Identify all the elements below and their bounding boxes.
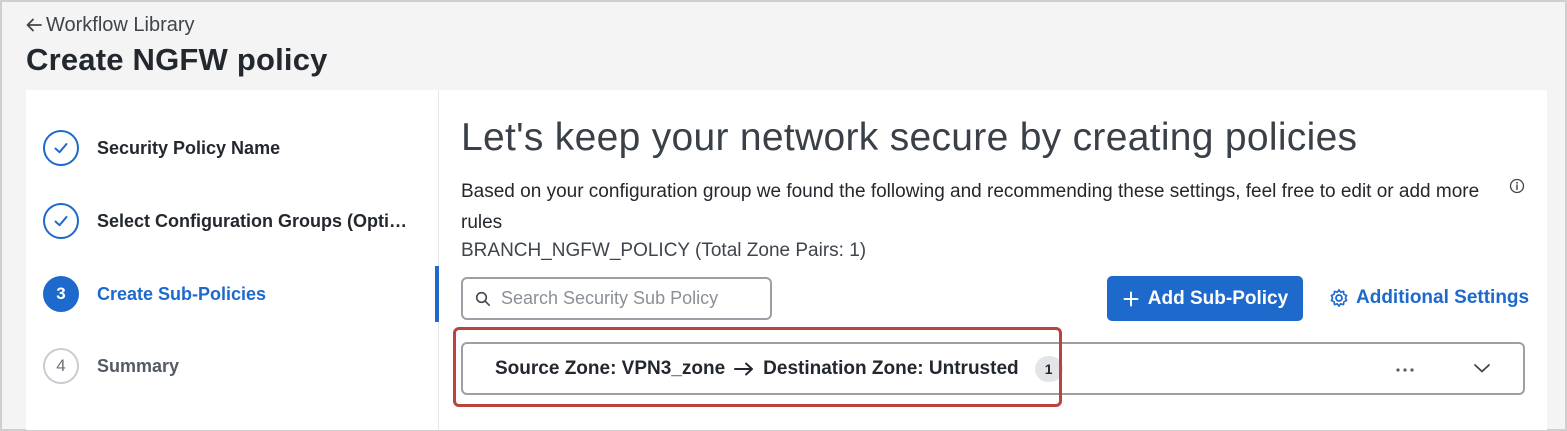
arrow-left-icon [26,18,42,32]
gear-icon [1330,289,1348,307]
wizard-card: Security Policy Name Select Configuratio… [26,90,1547,430]
step-summary[interactable]: 4 Summary [43,346,433,386]
policy-name: BRANCH_NGFW_POLICY (Total Zone Pairs: 1) [461,240,867,261]
page-title: Create NGFW policy [26,42,328,77]
step-label: Create Sub-Policies [97,283,267,304]
back-link-label: Workflow Library [46,13,195,36]
search-icon [475,291,490,306]
arrow-right-icon [734,362,754,375]
step-label: Select Configuration Groups (Optional) [97,210,417,231]
additional-settings-link[interactable]: Additional Settings [1329,283,1529,313]
step-number: 3 [43,276,79,312]
additional-settings-label: Additional Settings [1356,287,1530,308]
destination-zone: Destination Zone: Untrusted [763,357,1019,379]
back-link[interactable]: Workflow Library [24,12,195,38]
step-label: Summary [97,355,180,376]
check-icon [43,203,79,239]
chevron-down-icon[interactable] [1470,356,1494,380]
add-sub-policy-button[interactable]: Add Sub-Policy [1107,276,1303,321]
more-options-icon[interactable] [1393,358,1417,382]
section-description: Based on your configuration group we fou… [461,181,1480,233]
info-icon[interactable] [1509,178,1525,194]
search-input[interactable] [501,288,751,309]
check-icon [43,130,79,166]
step-number: 4 [43,348,79,384]
active-step-indicator [435,266,439,322]
add-sub-policy-label: Add Sub-Policy [1147,287,1289,309]
main-content: Let's keep your network secure by creati… [440,90,1547,430]
source-zone: Source Zone: VPN3_zone [495,357,726,379]
search-field[interactable] [461,277,772,320]
step-label: Security Policy Name [97,137,281,158]
section-heading: Let's keep your network secure by creati… [461,116,1358,159]
step-create-sub-policies[interactable]: 3 Create Sub-Policies [43,274,433,314]
wizard-steps: Security Policy Name Select Configuratio… [26,90,439,430]
app-window: Workflow Library Create NGFW policy Secu… [0,0,1567,431]
plus-icon [1123,291,1139,306]
zone-pair-title: Source Zone: VPN3_zone Destination Zone:… [495,358,1019,380]
step-select-configuration-groups[interactable]: Select Configuration Groups (Optional) [43,201,433,241]
step-security-policy-name[interactable]: Security Policy Name [43,128,433,168]
rule-count-badge: 1 [1034,355,1063,382]
zone-pair-row[interactable]: Source Zone: VPN3_zone Destination Zone:… [461,342,1525,395]
